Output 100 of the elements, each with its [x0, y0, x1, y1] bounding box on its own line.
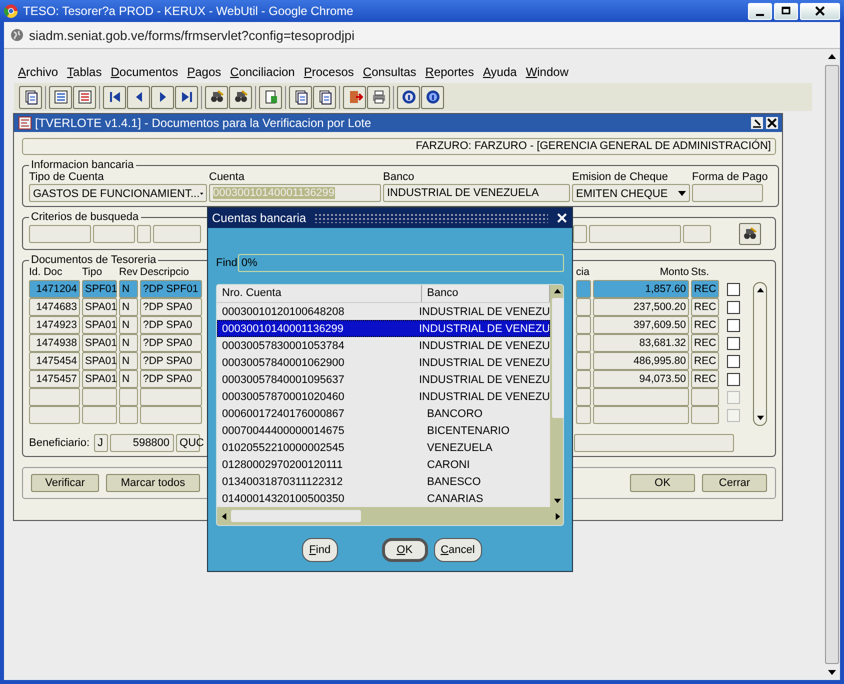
arrow-down-icon[interactable]	[827, 668, 837, 676]
input-field[interactable]	[692, 184, 763, 202]
arrow-down-icon[interactable]	[756, 414, 764, 421]
column-header[interactable]: Nro. Cuenta	[217, 285, 422, 302]
close-icon[interactable]	[766, 117, 778, 129]
checkbox[interactable]	[726, 354, 740, 368]
form-button[interactable]: Cerrar	[702, 474, 767, 492]
form-button[interactable]: Marcar todos	[106, 474, 200, 492]
arrow-down-icon[interactable]	[553, 497, 562, 504]
table-cell: ?DP SPA0	[140, 298, 202, 316]
input-field[interactable]: 598800	[110, 434, 174, 452]
form-button[interactable]: OK	[630, 474, 695, 492]
maximize-icon	[781, 6, 791, 16]
input-field[interactable]: J	[94, 434, 108, 452]
menu-item[interactable]: Pagos	[187, 65, 222, 81]
list-row[interactable]: 01400014320100500350 CANARIAS	[217, 490, 550, 507]
list-row[interactable]: 00030057830001053784 INDUSTRIAL DE VENEZU	[217, 337, 550, 354]
list-row[interactable]: 00030010120100648208 INDUSTRIAL DE VENEZU	[217, 303, 550, 320]
input-field[interactable]	[153, 225, 201, 243]
minimize-icon[interactable]	[751, 117, 763, 129]
table-cell: SPA01	[82, 334, 117, 352]
table-cell: SPF01	[82, 280, 117, 298]
column-header[interactable]: Banco	[422, 285, 550, 302]
list-row[interactable]: 01280002970200120111 CARONI	[217, 456, 550, 473]
list-row[interactable]: 00030057840001095637 INDUSTRIAL DE VENEZU	[217, 371, 550, 388]
arrow-up-icon[interactable]	[553, 288, 562, 295]
previous-button[interactable]	[127, 86, 150, 108]
table-cell: 237,500.20	[593, 298, 689, 316]
menu-item[interactable]: Consultas	[362, 65, 416, 81]
input-field[interactable]: INDUSTRIAL DE VENEZUELA	[383, 184, 570, 202]
arrow-left-icon[interactable]	[221, 512, 228, 520]
last-button[interactable]	[175, 86, 198, 108]
menu-item[interactable]: Procesos	[304, 65, 354, 81]
binoculars-button[interactable]	[739, 223, 761, 245]
list-row[interactable]: 01020552210000002545 VENEZUELA	[217, 439, 550, 456]
title-bar-grip[interactable]	[314, 213, 548, 223]
info-button[interactable]	[397, 86, 420, 108]
minimize-icon	[756, 14, 764, 16]
form-button[interactable]: Verificar	[31, 474, 99, 492]
checkbox[interactable]	[726, 282, 740, 296]
dropdown-field[interactable]: GASTOS DE FUNCIONAMIENT...	[29, 184, 207, 202]
list-row[interactable]: 01340031870311122312 BANESCO	[217, 473, 550, 490]
list-row[interactable]: 00030057840001062900 INDUSTRIAL DE VENEZU	[217, 354, 550, 371]
page-button[interactable]	[19, 86, 42, 108]
binoculars-button[interactable]	[205, 86, 228, 108]
list-row[interactable]: 00030057870001020460 INDUSTRIAL DE VENEZU	[217, 388, 550, 405]
exit-button[interactable]	[343, 86, 366, 108]
checkbox[interactable]	[726, 372, 740, 386]
caret-icon	[678, 191, 686, 197]
table-cell	[576, 352, 591, 370]
input-field[interactable]	[93, 225, 135, 243]
print-button[interactable]	[367, 86, 390, 108]
input-field[interactable]	[573, 225, 587, 243]
checkbox[interactable]	[726, 300, 740, 314]
arrow-right-icon[interactable]	[554, 512, 561, 520]
arrow-up-icon[interactable]	[756, 287, 764, 294]
list-row[interactable]: 00030010140001136299 INDUSTRIAL DE VENEZU	[217, 320, 550, 337]
checkbox[interactable]	[726, 318, 740, 332]
table-cell	[691, 406, 719, 424]
menu-item[interactable]: Ayuda	[482, 65, 517, 81]
dialog-button[interactable]: OK	[382, 538, 428, 562]
input-field[interactable]	[683, 225, 711, 243]
checkbox[interactable]	[726, 336, 740, 350]
menu-item[interactable]: Archivo	[18, 65, 58, 81]
table-cell	[29, 406, 80, 424]
info-icon	[400, 89, 416, 105]
browser-logo-icon	[4, 4, 18, 18]
menu-item[interactable]: Tablas	[67, 65, 102, 81]
arrow-up-icon[interactable]	[827, 53, 837, 61]
next-button[interactable]	[151, 86, 174, 108]
menu-item[interactable]: Conciliacion	[230, 65, 295, 81]
input-field[interactable]	[574, 434, 734, 452]
dialog-button[interactable]: Find	[302, 538, 338, 562]
list-row[interactable]: 00070044400000014675 BICENTENARIO	[217, 422, 550, 439]
dropdown-field[interactable]: EMITEN CHEQUE	[572, 184, 690, 202]
menu-item[interactable]: Window	[526, 65, 568, 81]
field-label: Cuenta	[209, 171, 246, 184]
field-label: Banco	[383, 171, 416, 184]
menu-item[interactable]: Reportes	[425, 65, 474, 81]
maximize-button[interactable]	[774, 2, 798, 20]
binoculars-button[interactable]	[229, 86, 252, 108]
table-cell	[29, 388, 80, 406]
close-icon	[815, 6, 825, 16]
table-cell: N	[119, 334, 138, 352]
menu-item[interactable]: Documentos	[110, 65, 178, 81]
minimize-button[interactable]	[748, 2, 772, 20]
input-field[interactable]	[29, 225, 91, 243]
table-cell: ?DP SPA0	[140, 352, 202, 370]
scrollbar[interactable]	[753, 282, 767, 426]
input-field[interactable]	[589, 225, 681, 243]
close-button[interactable]	[800, 2, 840, 20]
list-row[interactable]: 00060017240176000867 BANCORO	[217, 405, 550, 422]
input-field[interactable]	[137, 225, 151, 243]
copy-button[interactable]	[289, 86, 312, 108]
section-title: Documentos de Tesoreria	[30, 254, 158, 266]
find-field[interactable]: 0%	[238, 254, 564, 272]
binoculars-icon	[232, 89, 248, 105]
dialog-button[interactable]: Cancel	[434, 538, 482, 562]
table-cell	[576, 298, 591, 316]
first-button[interactable]	[103, 86, 126, 108]
